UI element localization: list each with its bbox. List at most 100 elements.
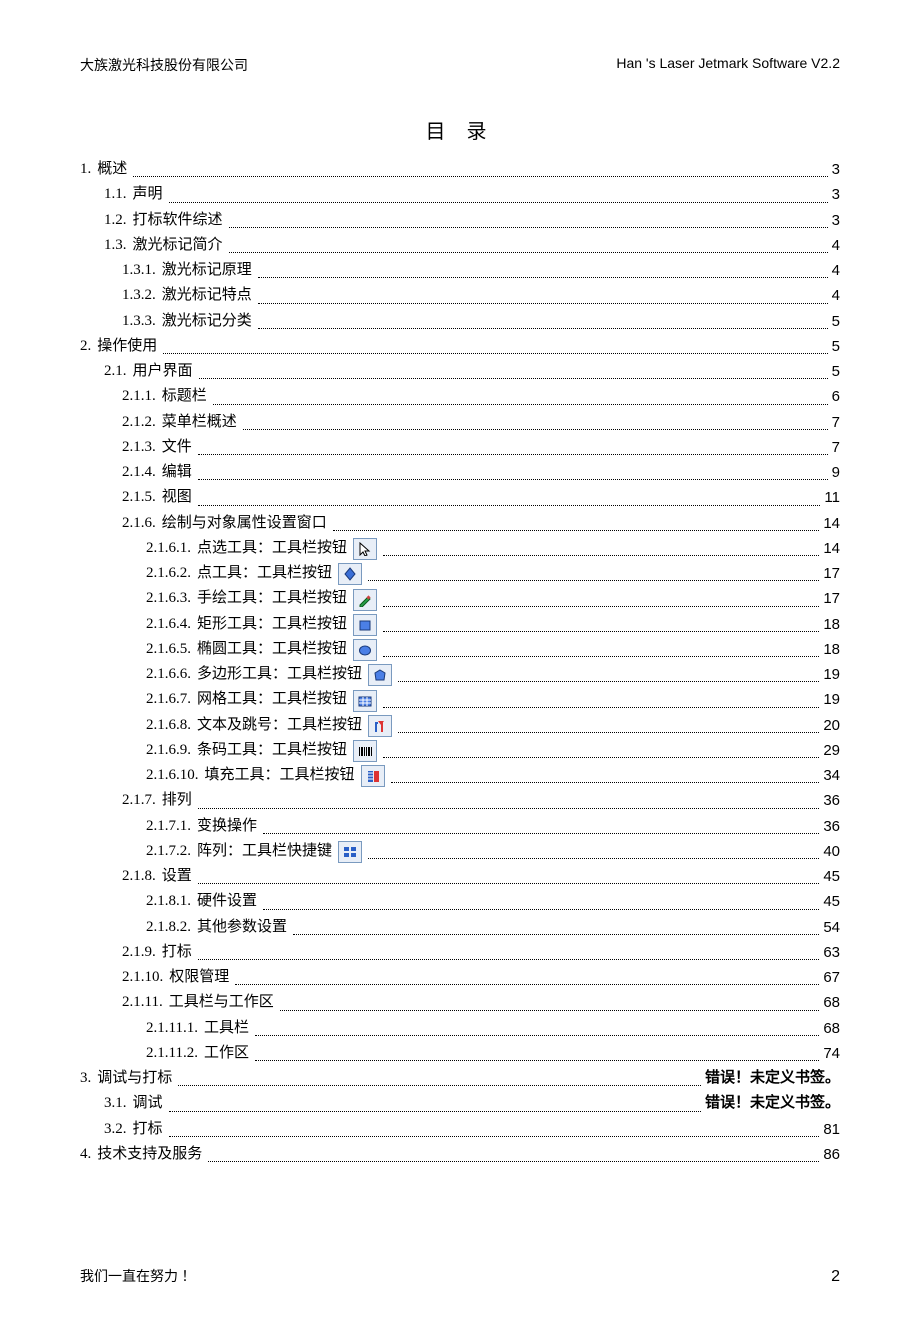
- toc-entry[interactable]: 1.2. 打标软件综述 3: [80, 209, 840, 232]
- toc-page: 45: [823, 865, 840, 888]
- toc-entry[interactable]: 2.1.7.1.变换操作36: [80, 815, 840, 838]
- toc-page: 9: [832, 461, 840, 484]
- toc-entry[interactable]: 2.1.6.绘制与对象属性设置窗口14: [80, 512, 840, 535]
- toc-leader-dots: [198, 959, 820, 960]
- toc-leader-dots: [383, 631, 819, 632]
- toc-leader-dots: [255, 1035, 819, 1036]
- toc-text: 工具栏与工作区: [169, 991, 274, 1014]
- toc-page: 5: [832, 310, 840, 333]
- toc-leader-dots: [383, 757, 819, 758]
- toc-number: 2.1.8.1.: [146, 890, 191, 913]
- toc-entry[interactable]: 2.1.6.8.文本及跳号：工具栏按钮20: [80, 714, 840, 737]
- toc-entry[interactable]: 2.1.6.5.椭圆工具：工具栏按钮18: [80, 638, 840, 661]
- toc-text: 技术支持及服务: [97, 1143, 202, 1166]
- toc-page: 29: [823, 739, 840, 762]
- toc-entry[interactable]: 2.1.用户界面5: [80, 360, 840, 383]
- toc-leader-dots: [368, 858, 819, 859]
- toc-entry[interactable]: 3.1.调试错误！未定义书签。: [80, 1092, 840, 1115]
- toc-entry[interactable]: 2.1.8.设置45: [80, 865, 840, 888]
- toc-number: 2.1.6.5.: [146, 638, 191, 661]
- polygon-icon: [368, 664, 392, 686]
- toc-number: 1.3.3.: [122, 310, 156, 333]
- toc-entry[interactable]: 2.1.11.2.工作区74: [80, 1042, 840, 1065]
- toc-entry[interactable]: 3.调试与打标错误！未定义书签。: [80, 1067, 840, 1090]
- toc-number: 2.1.7.2.: [146, 840, 191, 863]
- toc-text: 打标软件综述: [133, 209, 223, 232]
- toc-leader-dots: [198, 479, 828, 480]
- toc-entry[interactable]: 1.3.3.激光标记分类5: [80, 310, 840, 333]
- toc-leader-dots: [383, 656, 819, 657]
- toc-text: 激光标记特点: [162, 284, 252, 307]
- toc-entry[interactable]: 4.技术支持及服务86: [80, 1143, 840, 1166]
- toc-page: 6: [832, 385, 840, 408]
- toc-page: 14: [823, 512, 840, 535]
- toc-entry[interactable]: 2.1.6.9.条码工具：工具栏按钮29: [80, 739, 840, 762]
- toc-page: 3: [832, 183, 840, 206]
- toc-number: 2.1.11.: [122, 991, 163, 1014]
- toc-text: 打标: [162, 941, 192, 964]
- toc-title: 目 录: [80, 115, 840, 144]
- toc-entry[interactable]: 2.1.6.2.点工具：工具栏按钮17: [80, 562, 840, 585]
- toc-text: 声明: [133, 183, 163, 206]
- toc-entry[interactable]: 2.1.11.1.工具栏68: [80, 1017, 840, 1040]
- toc-text: 调试与打标: [97, 1067, 172, 1090]
- toc-entry[interactable]: 1.3.激光标记简介4: [80, 234, 840, 257]
- toc-entry[interactable]: 2.1.6.7.网格工具：工具栏按钮19: [80, 688, 840, 711]
- toc-text: 手绘工具：工具栏按钮: [197, 587, 347, 610]
- toc-page: 20: [823, 714, 840, 737]
- toc-page: 3: [832, 158, 840, 181]
- toc-entry[interactable]: 2.1.6.4.矩形工具：工具栏按钮18: [80, 613, 840, 636]
- toc-text: 菜单栏概述: [162, 411, 237, 434]
- toc-entry[interactable]: 3.2.打标81: [80, 1118, 840, 1141]
- toc-text: 文本及跳号：工具栏按钮: [197, 714, 362, 737]
- toc-entry[interactable]: 2.操作使用5: [80, 335, 840, 358]
- toc-page: 18: [823, 638, 840, 661]
- toc-page: 3: [832, 209, 840, 232]
- toc-entry[interactable]: 2.1.3. 文件 7: [80, 436, 840, 459]
- toc-leader-dots: [398, 681, 819, 682]
- toc-entry[interactable]: 2.1.11.工具栏与工作区68: [80, 991, 840, 1014]
- toc-entry[interactable]: 2.1.7.排列36: [80, 789, 840, 812]
- toc-entry[interactable]: 2.1.7.2.阵列：工具栏快捷键40: [80, 840, 840, 863]
- toc-leader-dots: [263, 909, 819, 910]
- toc-number: 2.1.6.4.: [146, 613, 191, 636]
- toc-entry[interactable]: 2.1.9.打标63: [80, 941, 840, 964]
- toc-entry[interactable]: 1.3.1.激光标记原理4: [80, 259, 840, 282]
- toc-number: 2.1.5.: [122, 486, 156, 509]
- toc-leader-dots: [229, 252, 828, 253]
- toc-text: 其他参数设置: [197, 916, 287, 939]
- toc-entry[interactable]: 2.1.6.6.多边形工具：工具栏按钮19: [80, 663, 840, 686]
- toc-number: 2.1.7.1.: [146, 815, 191, 838]
- toc-page: 7: [832, 411, 840, 434]
- toc-entry[interactable]: 2.1.5.视图11: [80, 486, 840, 509]
- toc-number: 1.2.: [104, 209, 127, 232]
- toc-leader-dots: [199, 378, 828, 379]
- toc-number: 2.1.6.10.: [146, 764, 199, 787]
- toc-number: 2.1.3.: [122, 436, 156, 459]
- toc-page: 7: [832, 436, 840, 459]
- toc-entry[interactable]: 1.3.2.激光标记特点4: [80, 284, 840, 307]
- toc-text: 文件: [162, 436, 192, 459]
- toc-leader-dots: [263, 833, 819, 834]
- toc-page: 36: [823, 789, 840, 812]
- toc-entry[interactable]: 2.1.1.标题栏6: [80, 385, 840, 408]
- toc-number: 2.1.6.2.: [146, 562, 191, 585]
- toc-entry[interactable]: 1.1.声明3: [80, 183, 840, 206]
- toc-number: 1.3.: [104, 234, 127, 257]
- toc-entry[interactable]: 2.1.6.10.填充工具：工具栏按钮34: [80, 764, 840, 787]
- toc-page: 74: [823, 1042, 840, 1065]
- toc-text: 阵列：工具栏快捷键: [197, 840, 332, 863]
- toc-entry[interactable]: 2.1.8.2.其他参数设置54: [80, 916, 840, 939]
- toc-number: 2.1.6.9.: [146, 739, 191, 762]
- toc-entry[interactable]: 2.1.4.编辑9: [80, 461, 840, 484]
- toc-entry[interactable]: 2.1.8.1.硬件设置45: [80, 890, 840, 913]
- toc-entry[interactable]: 1.概述3: [80, 158, 840, 181]
- toc-entry[interactable]: 2.1.6.3.手绘工具：工具栏按钮17: [80, 587, 840, 610]
- toc-leader-dots: [383, 555, 819, 556]
- toc-text: 点工具：工具栏按钮: [197, 562, 332, 585]
- toc-entry[interactable]: 2.1.6.1.点选工具：工具栏按钮14: [80, 537, 840, 560]
- toc-entry[interactable]: 2.1.10.权限管理67: [80, 966, 840, 989]
- toc-entry[interactable]: 2.1.2.菜单栏概述7: [80, 411, 840, 434]
- pencil-icon: [353, 589, 377, 611]
- toc-number: 3.2.: [104, 1118, 127, 1141]
